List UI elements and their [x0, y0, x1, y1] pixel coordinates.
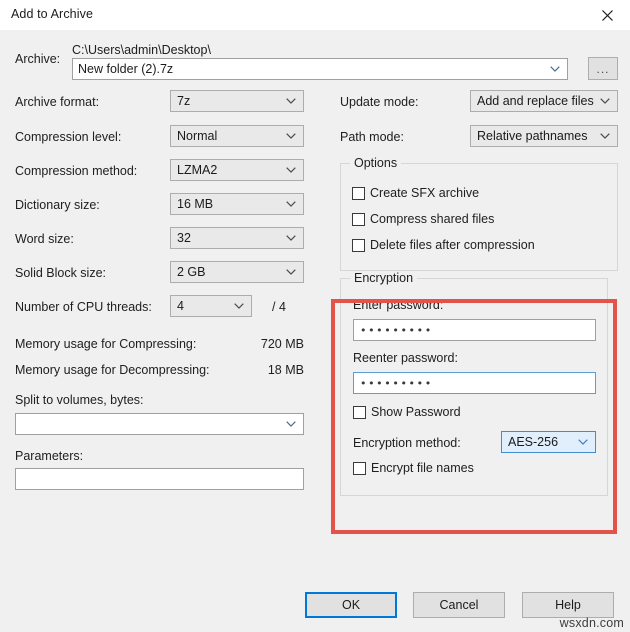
- chevron-down-icon[interactable]: [600, 91, 610, 111]
- dictionary-size-combo[interactable]: 16 MB: [170, 193, 304, 215]
- reenter-password-value: •••••••••: [360, 376, 433, 390]
- add-to-archive-dialog: Add to Archive Archive: C:\Users\admin\D…: [0, 0, 630, 632]
- browse-button-label: ...: [596, 61, 610, 76]
- browse-button[interactable]: ...: [588, 57, 618, 80]
- archive-format-value: 7z: [177, 94, 191, 108]
- checkbox-label: Create SFX archive: [370, 186, 480, 200]
- chevron-down-icon[interactable]: [286, 126, 296, 146]
- archive-format-label: Archive format:: [15, 95, 100, 109]
- checkbox-label: Delete files after compression: [370, 238, 535, 252]
- checkbox-icon[interactable]: [352, 186, 365, 200]
- checkbox-label: Encrypt file names: [371, 461, 474, 475]
- compression-level-combo[interactable]: Normal: [170, 125, 304, 147]
- enter-password-input[interactable]: •••••••••: [353, 319, 596, 341]
- title-bar: Add to Archive: [0, 0, 630, 31]
- parameters-label: Parameters:: [15, 449, 84, 463]
- cancel-button[interactable]: Cancel: [413, 592, 505, 618]
- reenter-password-input[interactable]: •••••••••: [353, 372, 596, 394]
- chevron-down-icon[interactable]: [286, 194, 296, 214]
- encryption-group-title: Encryption: [350, 271, 418, 285]
- cpu-threads-total: / 4: [272, 300, 286, 314]
- cpu-threads-value: 4: [177, 299, 184, 313]
- solid-block-size-value: 2 GB: [177, 265, 206, 279]
- path-mode-label: Path mode:: [340, 130, 404, 144]
- solid-block-size-label: Solid Block size:: [15, 266, 107, 280]
- memory-compress-label: Memory usage for Compressing:: [15, 337, 197, 351]
- dictionary-size-label: Dictionary size:: [15, 198, 100, 212]
- dictionary-size-value: 16 MB: [177, 197, 214, 211]
- parameters-input[interactable]: [15, 468, 304, 490]
- reenter-password-label: Reenter password:: [353, 351, 458, 365]
- cpu-threads-combo[interactable]: 4: [170, 295, 252, 317]
- ok-button-label: OK: [341, 598, 361, 612]
- memory-decompress-label: Memory usage for Decompressing:: [15, 363, 210, 377]
- checkbox-show-password[interactable]: Show Password: [353, 405, 461, 419]
- checkbox-icon[interactable]: [352, 238, 365, 252]
- checkbox-delete-files-after-compression[interactable]: Delete files after compression: [352, 238, 535, 252]
- help-button-label: Help: [555, 598, 581, 612]
- checkbox-icon[interactable]: [353, 461, 366, 475]
- checkbox-icon[interactable]: [353, 405, 366, 419]
- chevron-down-icon[interactable]: [578, 432, 588, 452]
- solid-block-size-combo[interactable]: 2 GB: [170, 261, 304, 283]
- cancel-button-label: Cancel: [439, 598, 479, 612]
- archive-name-value: New folder (2).7z: [78, 62, 174, 76]
- word-size-label: Word size:: [15, 232, 74, 246]
- memory-compress-value: 720 MB: [260, 337, 304, 351]
- path-mode-value: Relative pathnames: [477, 129, 588, 143]
- checkbox-label: Show Password: [371, 405, 461, 419]
- archive-path-text: C:\Users\admin\Desktop\: [72, 43, 211, 57]
- dialog-body: Archive: C:\Users\admin\Desktop\ New fol…: [0, 30, 630, 632]
- chevron-down-icon[interactable]: [286, 160, 296, 180]
- checkbox-encrypt-file-names[interactable]: Encrypt file names: [353, 461, 474, 475]
- checkbox-label: Compress shared files: [370, 212, 495, 226]
- update-mode-combo[interactable]: Add and replace files: [470, 90, 618, 112]
- compression-level-value: Normal: [177, 129, 218, 143]
- encryption-method-value: AES-256: [508, 435, 559, 449]
- memory-decompress-value: 18 MB: [267, 363, 304, 377]
- chevron-down-icon[interactable]: [286, 91, 296, 111]
- compression-method-value: LZMA2: [177, 163, 218, 177]
- chevron-down-icon[interactable]: [286, 414, 296, 434]
- update-mode-label: Update mode:: [340, 95, 419, 109]
- watermark-text: wsxdn.com: [559, 616, 624, 630]
- archive-name-input[interactable]: New folder (2).7z: [72, 58, 568, 80]
- chevron-down-icon[interactable]: [600, 126, 610, 146]
- checkbox-create-sfx-archive[interactable]: Create SFX archive: [352, 186, 479, 200]
- help-button[interactable]: Help: [522, 592, 614, 618]
- update-mode-value: Add and replace files: [477, 94, 594, 108]
- chevron-down-icon[interactable]: [550, 59, 560, 79]
- chevron-down-icon[interactable]: [286, 262, 296, 282]
- options-group-title: Options: [350, 156, 402, 170]
- word-size-combo[interactable]: 32: [170, 227, 304, 249]
- enter-password-label: Enter password:: [353, 298, 444, 312]
- checkbox-compress-shared-files[interactable]: Compress shared files: [352, 212, 494, 226]
- compression-method-combo[interactable]: LZMA2: [170, 159, 304, 181]
- ok-button[interactable]: OK: [305, 592, 397, 618]
- checkbox-icon[interactable]: [352, 212, 365, 226]
- encryption-method-label: Encryption method:: [353, 436, 461, 450]
- close-button[interactable]: [584, 0, 630, 30]
- enter-password-value: •••••••••: [360, 323, 433, 337]
- encryption-group: Encryption Enter password: ••••••••• Ree…: [340, 271, 608, 496]
- chevron-down-icon[interactable]: [286, 228, 296, 248]
- chevron-down-icon[interactable]: [234, 296, 244, 316]
- split-volumes-label: Split to volumes, bytes:: [15, 393, 144, 407]
- close-icon: [601, 9, 613, 21]
- options-group: Options Create SFX archive Compress shar…: [340, 156, 618, 271]
- encryption-method-combo[interactable]: AES-256: [501, 431, 596, 453]
- archive-label: Archive:: [15, 52, 61, 66]
- cpu-threads-label: Number of CPU threads:: [15, 300, 152, 314]
- window-title: Add to Archive: [11, 7, 94, 21]
- path-mode-combo[interactable]: Relative pathnames: [470, 125, 618, 147]
- word-size-value: 32: [177, 231, 191, 245]
- split-volumes-combo[interactable]: [15, 413, 304, 435]
- compression-level-label: Compression level:: [15, 130, 122, 144]
- archive-format-combo[interactable]: 7z: [170, 90, 304, 112]
- compression-method-label: Compression method:: [15, 164, 138, 178]
